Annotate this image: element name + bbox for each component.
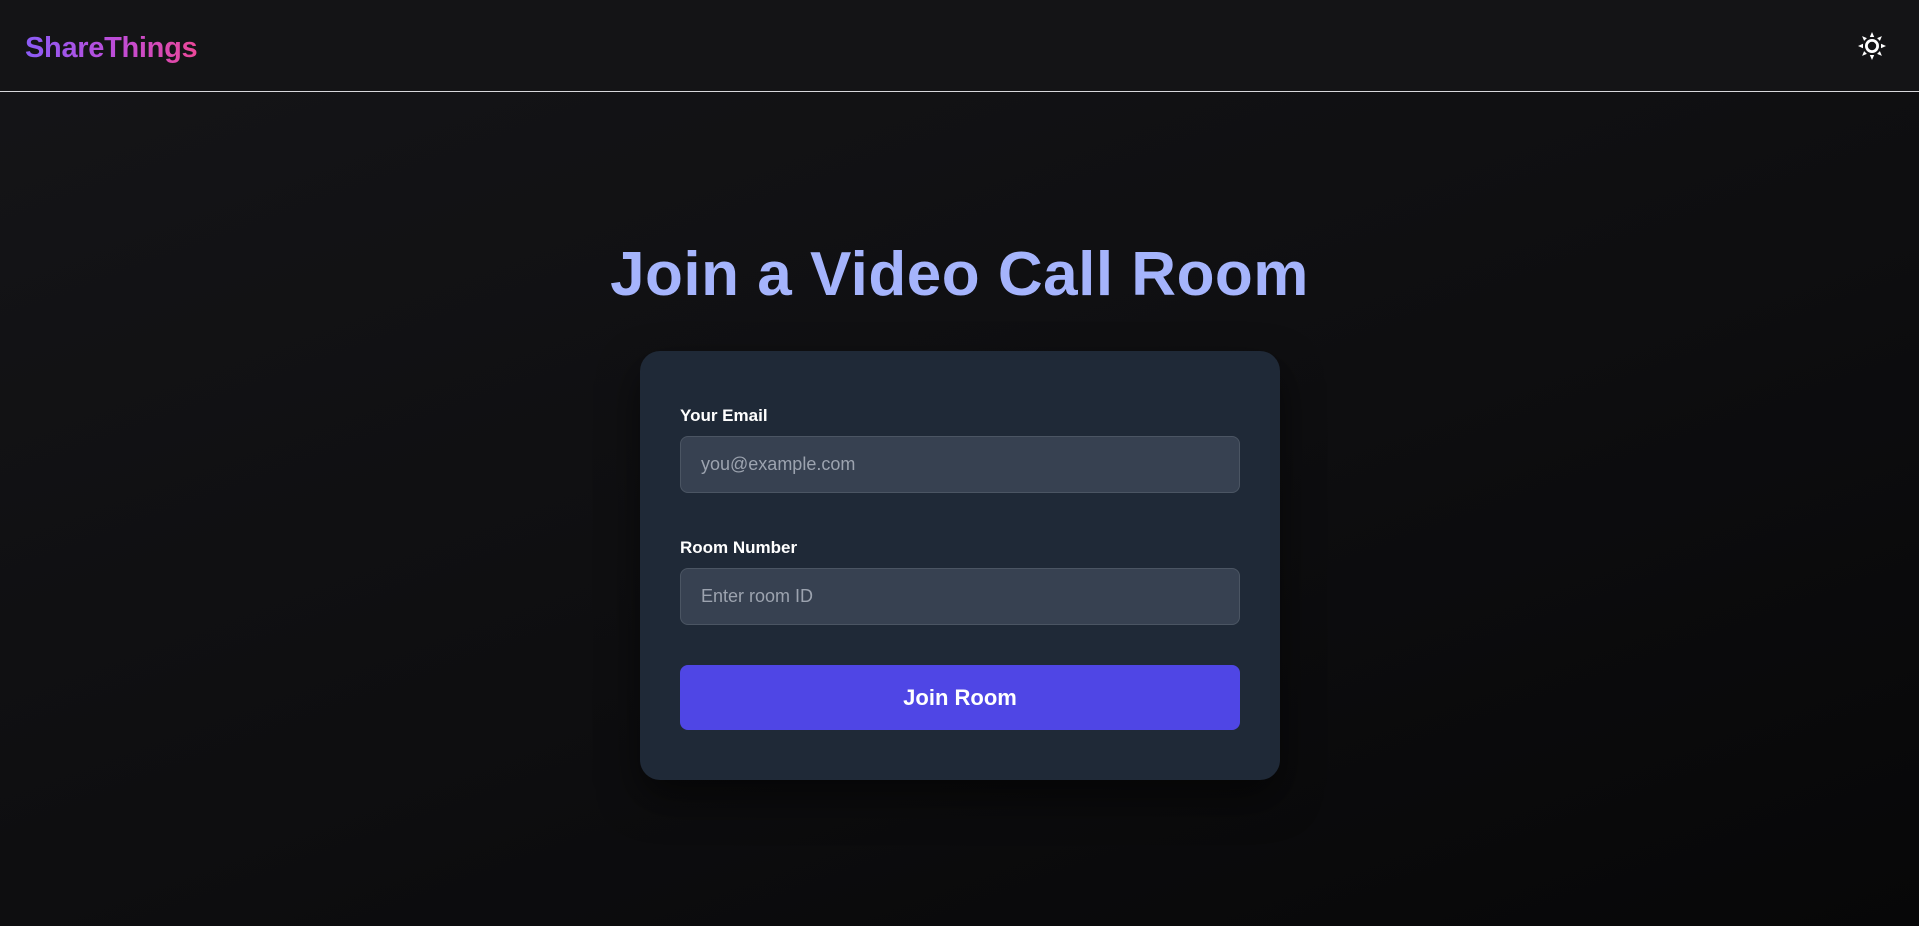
sun-icon bbox=[1858, 32, 1886, 60]
join-room-button[interactable]: Join Room bbox=[680, 665, 1240, 730]
page-title: Join a Video Call Room bbox=[610, 240, 1309, 309]
app-logo[interactable]: ShareThings bbox=[25, 28, 198, 68]
navbar: ShareThings bbox=[0, 0, 1919, 92]
room-number-field[interactable] bbox=[680, 568, 1240, 625]
email-field[interactable] bbox=[680, 436, 1240, 493]
join-room-form: Your Email Room Number Join Room bbox=[640, 351, 1280, 780]
room-number-label: Room Number bbox=[680, 538, 798, 557]
email-label: Your Email bbox=[680, 406, 768, 425]
theme-toggle-button[interactable] bbox=[1856, 30, 1888, 62]
